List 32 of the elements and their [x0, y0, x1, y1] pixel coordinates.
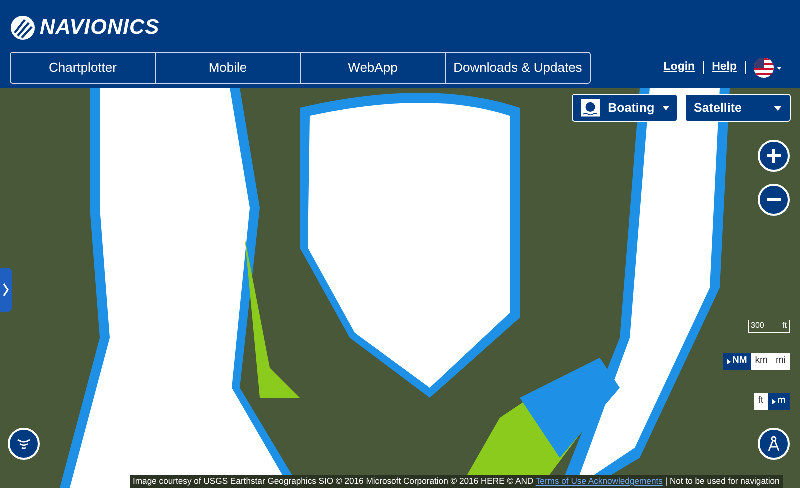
nav-tab[interactable]: Chartplotter: [11, 52, 156, 82]
caret-icon: [662, 106, 669, 110]
nav-tab[interactable]: Downloads & Updates: [446, 52, 590, 82]
triangle-icon: [772, 398, 776, 404]
layer-dropdown[interactable]: Satellite: [685, 94, 791, 122]
minus-icon: [766, 198, 782, 202]
plus-icon: [766, 148, 782, 164]
chevron-icon: [3, 282, 9, 297]
flag-icon[interactable]: [754, 56, 782, 78]
sonar-icon: [17, 438, 31, 450]
logo-icon: [10, 14, 36, 41]
sidebar-toggle-button[interactable]: [0, 268, 12, 312]
nav-tab[interactable]: Mobile: [156, 52, 301, 82]
triangle-icon: [726, 358, 731, 364]
unit-toggle[interactable]: ft: [754, 393, 768, 410]
boat-logo-icon: [581, 97, 600, 119]
unit-toggle[interactable]: mi: [772, 353, 790, 370]
navigation-notice: | Not to be used for navigation: [665, 476, 780, 486]
header-link[interactable]: Help: [712, 58, 737, 76]
scale-unit: ft: [782, 320, 787, 332]
attribution-text: Image courtesy of USGS Earthstar Geographics SIO © 2016 Microsoft Corporation © 2016 HERE © AND: [133, 476, 534, 486]
scale-value: 300: [751, 320, 764, 332]
nav-tab[interactable]: WebApp: [301, 52, 446, 82]
terms-link[interactable]: Terms of Use Acknowledgements: [536, 476, 663, 486]
header-link[interactable]: Login: [664, 58, 696, 76]
logo-text: NAVIONICS: [40, 15, 160, 41]
unit-toggle[interactable]: m: [768, 393, 790, 410]
mode-dropdown[interactable]: Boating: [572, 94, 678, 122]
caret-icon: [774, 106, 782, 110]
unit-toggle[interactable]: km: [751, 353, 772, 370]
compass-divider-icon: [767, 436, 781, 452]
unit-toggle[interactable]: NM: [722, 353, 752, 370]
